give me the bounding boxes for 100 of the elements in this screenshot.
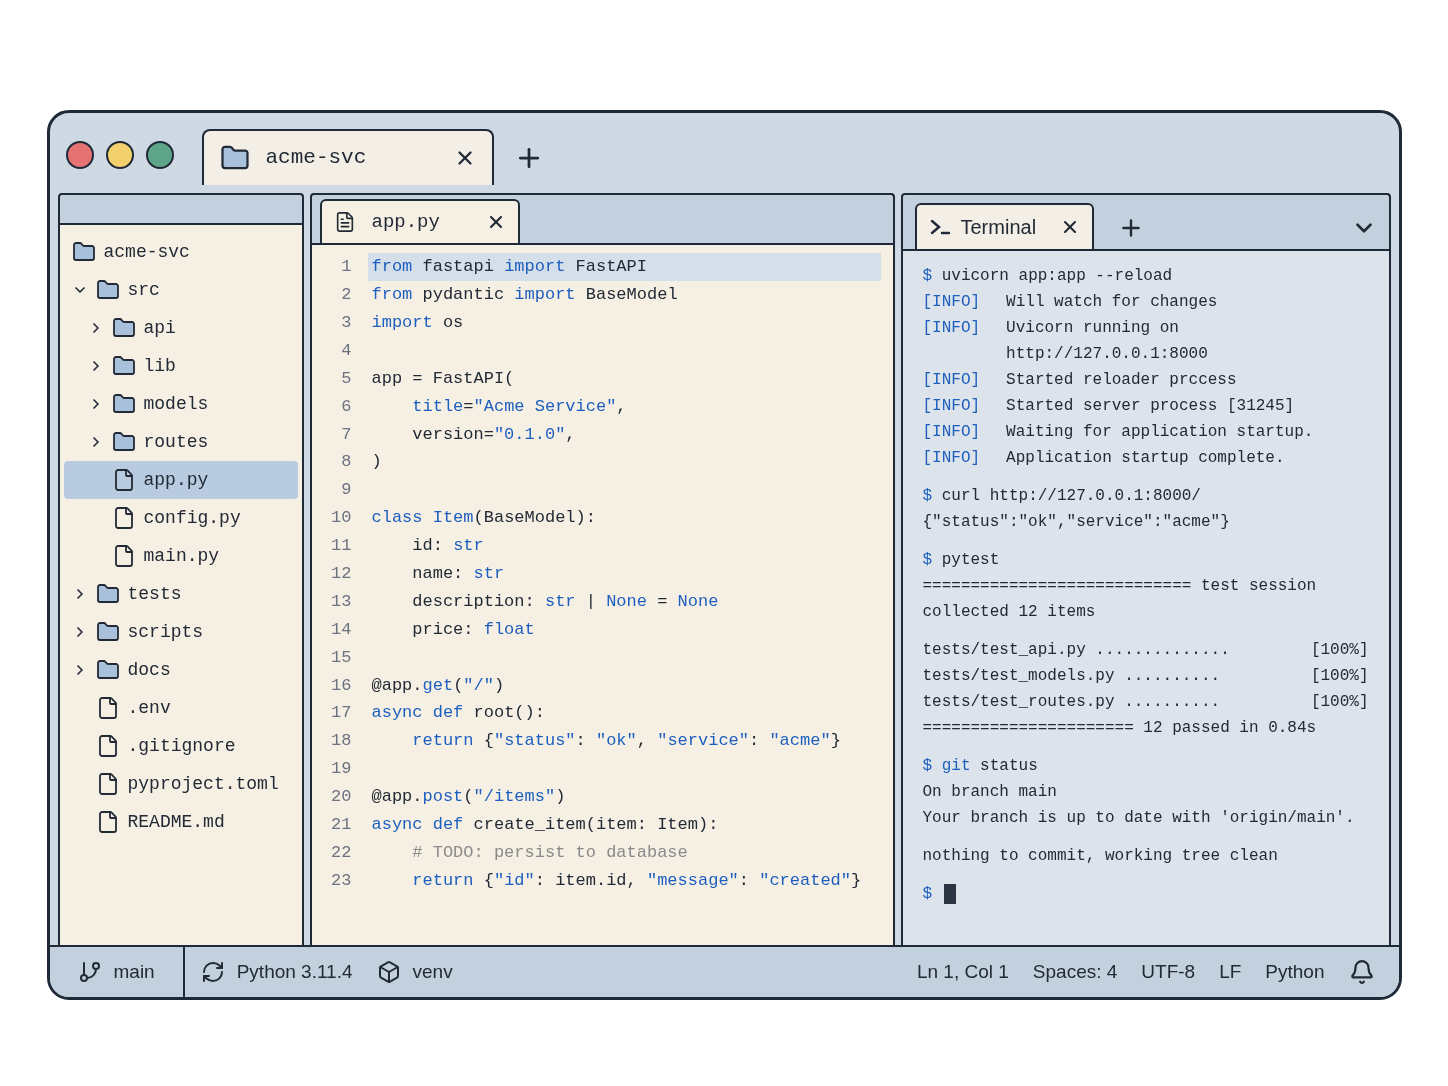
- tree-item[interactable]: routes: [63, 423, 298, 461]
- log-message: Waiting for application startup.: [1006, 422, 1314, 443]
- code-line: from pydantic import BaseModel: [370, 284, 679, 307]
- tree-item[interactable]: pyproject.toml: [63, 765, 298, 803]
- log-message: Will watch for changes: [1006, 292, 1218, 313]
- status-item[interactable]: main: [113, 957, 155, 987]
- test-percent: [100%]: [1310, 692, 1369, 713]
- status-item[interactable]: Python: [1265, 957, 1325, 987]
- tree-label: acme-svc: [103, 240, 190, 264]
- line-number: 22: [330, 841, 353, 864]
- code-line: id: str: [411, 535, 485, 558]
- tree-label: pyproject.toml: [127, 772, 279, 796]
- status-item[interactable]: Spaces: 4: [1032, 957, 1118, 987]
- terminal-command: $ pytest: [922, 550, 1000, 571]
- cube-icon: [376, 960, 401, 984]
- line-number: 6: [340, 395, 353, 418]
- line-number: 8: [340, 451, 353, 474]
- sync-icon[interactable]: [200, 960, 225, 984]
- folder-icon: [95, 620, 120, 644]
- tree-item[interactable]: .env: [63, 689, 298, 727]
- line-number: 3: [340, 311, 353, 334]
- editor-tab[interactable]: app.py: [319, 199, 520, 243]
- line-number: 16: [330, 674, 353, 697]
- code-line: async def create_item(item: Item):: [370, 814, 720, 836]
- code-line: import os: [370, 311, 465, 334]
- status-item[interactable]: UTF-8: [1141, 957, 1196, 987]
- code-line: return {"status": "ok", "service": "acme"}: [411, 730, 842, 753]
- line-number: 17: [330, 702, 353, 725]
- terminal-tab[interactable]: Terminal: [914, 203, 1095, 249]
- terminal-output: Your branch is up to date with 'origin/main'.: [922, 808, 1355, 829]
- test-result: tests/test_routes.py ..........: [922, 692, 1221, 713]
- log-tag: [INFO]: [922, 315, 981, 367]
- status-item[interactable]: Python 3.11.4: [236, 957, 353, 987]
- terminal-output: ====================== 12 passed in 0.84s: [922, 718, 1317, 739]
- tree-item[interactable]: lib: [63, 347, 298, 385]
- tree-label: .env: [127, 696, 171, 720]
- folder-icon: [95, 658, 120, 682]
- line-number: 23: [330, 869, 353, 892]
- line-number: 20: [330, 786, 353, 809]
- tree-item[interactable]: .gitignore: [63, 727, 298, 765]
- log-message: Uvicorn running on: [1006, 318, 1180, 339]
- code-line: class Item(BaseModel):: [370, 507, 597, 530]
- test-percent: [100%]: [1310, 666, 1369, 687]
- folder-icon: [95, 278, 120, 302]
- line-number: 13: [330, 590, 353, 613]
- test-result: tests/test_models.py ..........: [922, 666, 1221, 687]
- terminal-prompt-icon: [928, 217, 953, 237]
- folder-icon: [111, 430, 136, 454]
- test-percent: [100%]: [1310, 640, 1369, 661]
- tree-item[interactable]: README.md: [63, 803, 298, 841]
- line-number: 10: [330, 507, 353, 530]
- tree-label: app.py: [143, 468, 209, 492]
- tree-label: main.py: [143, 544, 220, 568]
- tree-item[interactable]: models: [63, 385, 298, 423]
- log-tag: [INFO]: [922, 393, 981, 419]
- tree-item[interactable]: main.py: [63, 537, 298, 575]
- tree-item[interactable]: scripts: [63, 613, 298, 651]
- terminal-command: $ git status: [922, 756, 1038, 777]
- status-item[interactable]: venv: [412, 957, 453, 987]
- log-message: Started reloader prccess: [1006, 370, 1237, 391]
- tree-item[interactable]: api: [63, 309, 298, 347]
- code-line: description: str | None = None: [411, 590, 720, 613]
- tree-label: scripts: [127, 620, 204, 644]
- log-tag: [INFO]: [922, 367, 981, 393]
- line-number: 15: [330, 646, 353, 669]
- terminal-command: $ curl http://127.0.0.1:8000/: [922, 486, 1201, 507]
- terminal-output: collected 12 items: [922, 602, 1096, 623]
- code-line: # TODO: persist to database: [411, 841, 689, 864]
- line-number: 19: [330, 758, 353, 781]
- folder-icon: [111, 316, 136, 340]
- terminal-output: {"status":"ok","service":"acme"}: [922, 512, 1230, 533]
- tree-label: src: [127, 278, 160, 302]
- tree-item[interactable]: acme-svc: [63, 233, 298, 271]
- tree-item[interactable]: app.py: [63, 461, 298, 499]
- folder-icon: [95, 582, 120, 606]
- code-line: async def root():: [370, 702, 546, 725]
- window-tab[interactable]: acme-svc: [201, 129, 494, 185]
- status-item[interactable]: LF: [1219, 957, 1242, 987]
- folder-icon: [71, 240, 96, 264]
- code-line: @app.post("/items"): [370, 786, 567, 809]
- tree-label: tests: [127, 582, 182, 606]
- log-message: Started server process [31245]: [1006, 396, 1295, 417]
- tree-label: lib: [143, 354, 176, 378]
- status-item[interactable]: Ln 1, Col 1: [916, 957, 1009, 987]
- tree-item[interactable]: config.py: [63, 499, 298, 537]
- code-line: name: str: [411, 563, 506, 585]
- log-tag: [INFO]: [922, 419, 981, 445]
- bell-icon[interactable]: [1348, 959, 1375, 985]
- line-number: 9: [340, 479, 353, 502]
- line-number: 2: [340, 284, 353, 307]
- tree-label: models: [143, 392, 209, 416]
- line-number: 12: [330, 563, 353, 585]
- tree-label: .gitignore: [127, 734, 236, 758]
- tree-item[interactable]: docs: [63, 651, 298, 689]
- tree-item[interactable]: src: [63, 271, 298, 309]
- log-message: http://127.0.0.1:8000: [1006, 344, 1208, 365]
- tree-item[interactable]: tests: [63, 575, 298, 613]
- folder-icon: [111, 392, 136, 416]
- terminal-output: nothing to commit, working tree clean: [922, 846, 1278, 867]
- code-line: price: float: [411, 618, 536, 641]
